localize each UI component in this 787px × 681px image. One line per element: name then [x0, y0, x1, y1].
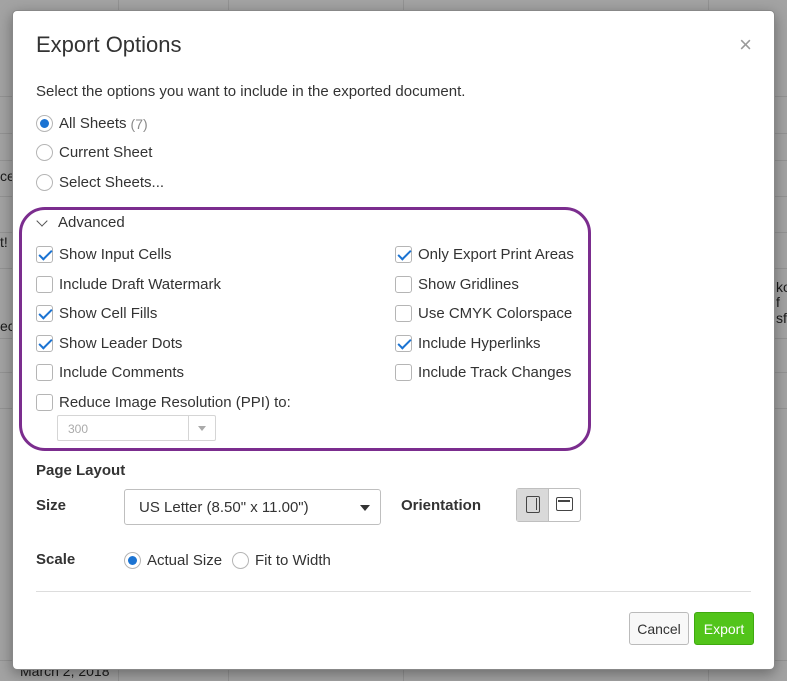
advanced-toggle[interactable]: Advanced [36, 214, 125, 231]
checkbox-use-cmyk-colorspace[interactable]: Use CMYK Colorspace [395, 305, 572, 322]
checkbox-label: Show Gridlines [418, 276, 519, 293]
close-icon[interactable]: × [739, 34, 752, 56]
radio-actual-size[interactable]: Actual Size [124, 552, 222, 569]
bg-fragment: f [776, 294, 780, 310]
checkbox-label: Use CMYK Colorspace [418, 305, 573, 322]
orientation-label: Orientation [401, 497, 482, 514]
footer-divider [36, 591, 751, 592]
checkbox-reduce-image-resolution[interactable]: Reduce Image Resolution (PPI) to: [36, 394, 291, 411]
cancel-button[interactable]: Cancel [629, 612, 689, 645]
checkbox-show-input-cells[interactable]: Show Input Cells [36, 246, 172, 263]
ppi-select[interactable]: 300 [57, 415, 216, 441]
radio-label: Select Sheets... [59, 174, 165, 191]
checkbox-show-leader-dots[interactable]: Show Leader Dots [36, 335, 182, 352]
page-size-value: US Letter (8.50" x 11.00") [139, 499, 309, 516]
checkbox-label: Include Track Changes [418, 364, 572, 381]
checkbox[interactable] [36, 335, 53, 352]
radio-button[interactable] [124, 552, 141, 569]
checkbox-label: Include Draft Watermark [59, 276, 221, 293]
bg-fragment: t! [0, 234, 8, 250]
sheet-count: (7) [130, 115, 148, 132]
dialog-intro: Select the options you want to include i… [36, 83, 466, 100]
export-button[interactable]: Export [694, 612, 754, 645]
radio-button[interactable] [232, 552, 249, 569]
checkbox-include-hyperlinks[interactable]: Include Hyperlinks [395, 335, 541, 352]
checkbox-only-export-print-areas[interactable]: Only Export Print Areas [395, 246, 574, 263]
checkbox[interactable] [36, 246, 53, 263]
checkbox-include-draft-watermark[interactable]: Include Draft Watermark [36, 276, 221, 293]
page-size-select[interactable]: US Letter (8.50" x 11.00") [124, 489, 381, 525]
checkbox[interactable] [395, 364, 412, 381]
radio-label: Current Sheet [59, 144, 153, 161]
orientation-toggle[interactable] [516, 488, 581, 522]
chevron-down-icon [198, 426, 206, 431]
landscape-icon [556, 497, 574, 511]
checkbox[interactable] [36, 364, 53, 381]
radio-button[interactable] [36, 115, 53, 132]
advanced-label: Advanced [58, 214, 125, 231]
scale-label: Scale [36, 551, 76, 568]
checkbox[interactable] [395, 246, 412, 263]
checkbox-show-gridlines[interactable]: Show Gridlines [395, 276, 519, 293]
checkbox-show-cell-fills[interactable]: Show Cell Fills [36, 305, 157, 322]
bg-fragment: ko [776, 279, 787, 295]
bg-fragment: sf [776, 310, 787, 326]
chevron-down-icon [36, 214, 48, 227]
checkbox-include-track-changes[interactable]: Include Track Changes [395, 364, 571, 381]
checkbox[interactable] [395, 305, 412, 322]
page-layout-heading: Page Layout [36, 462, 126, 479]
checkbox-label: Include Comments [59, 364, 185, 381]
radio-fit-to-width[interactable]: Fit to Width [232, 552, 331, 569]
size-label: Size [36, 497, 67, 514]
radio-current-sheet[interactable]: Current Sheet [36, 144, 152, 161]
checkbox-label: Show Leader Dots [59, 335, 183, 352]
radio-label: Actual Size [147, 552, 223, 569]
radio-button[interactable] [36, 144, 53, 161]
checkbox-label: Only Export Print Areas [418, 246, 574, 263]
checkbox[interactable] [395, 276, 412, 293]
checkbox-include-comments[interactable]: Include Comments [36, 364, 184, 381]
landscape-button[interactable] [548, 489, 580, 521]
checkbox-label: Include Hyperlinks [418, 335, 541, 352]
checkbox[interactable] [395, 335, 412, 352]
radio-all-sheets[interactable]: All Sheets (7) [36, 115, 148, 132]
radio-label: All Sheets [59, 115, 127, 132]
radio-label: Fit to Width [255, 552, 331, 569]
caret-down-icon [360, 505, 370, 511]
ppi-value: 300 [68, 422, 89, 436]
portrait-icon [526, 496, 540, 513]
checkbox-label: Reduce Image Resolution (PPI) to: [59, 394, 291, 411]
checkbox[interactable] [36, 305, 53, 322]
export-options-dialog: Export Options × Select the options you … [12, 10, 775, 670]
checkbox-label: Show Input Cells [59, 246, 172, 263]
checkbox[interactable] [36, 276, 53, 293]
checkbox-label: Show Cell Fills [59, 305, 158, 322]
dialog-title: Export Options [36, 32, 182, 57]
select-divider [188, 416, 189, 440]
checkbox[interactable] [36, 394, 53, 411]
portrait-button[interactable] [517, 489, 549, 521]
radio-select-sheets[interactable]: Select Sheets... [36, 174, 164, 191]
radio-button[interactable] [36, 174, 53, 191]
